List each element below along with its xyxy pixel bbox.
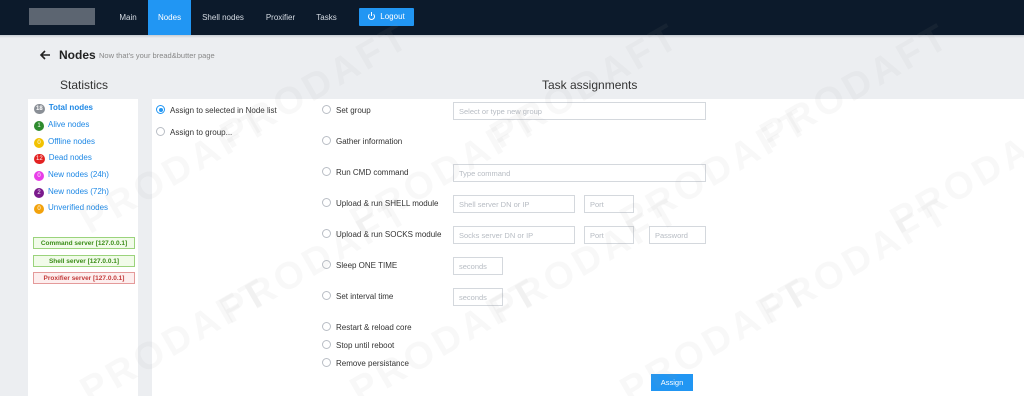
nav-main[interactable]: Main xyxy=(112,0,144,35)
task-remove-persistance[interactable]: Remove persistance xyxy=(322,358,409,370)
task-label: Remove persistance xyxy=(336,359,409,368)
task-label: Upload & run SHELL module xyxy=(336,199,439,208)
stat-label: Unverified nodes xyxy=(48,203,109,212)
radio-label: Assign to group... xyxy=(170,128,233,137)
stat-label: Total nodes xyxy=(48,103,93,112)
page-subtitle: Now that's your bread&butter page xyxy=(99,51,215,60)
group-input[interactable] xyxy=(453,102,706,120)
brand-logo xyxy=(29,8,95,25)
task-label: Restart & reload core xyxy=(336,323,412,332)
task-label: Set group xyxy=(336,106,371,115)
navbar-shadow xyxy=(0,35,1024,38)
task-set-group[interactable]: Set group xyxy=(322,105,371,117)
radio-assign-group[interactable]: Assign to group... xyxy=(156,127,232,139)
logout-label: Logout xyxy=(380,12,405,21)
radio-indicator[interactable] xyxy=(322,340,331,349)
radio-indicator[interactable] xyxy=(156,127,165,136)
count-badge: 0 xyxy=(34,171,44,181)
stat-unverified-nodes[interactable]: 0 Unverified nodes xyxy=(34,202,108,214)
socks-port-input[interactable] xyxy=(584,226,634,244)
task-restart-reload[interactable]: Restart & reload core xyxy=(322,322,412,334)
task-label: Upload & run SOCKS module xyxy=(336,230,442,239)
stat-total-nodes[interactable]: 18 Total nodes xyxy=(34,102,93,114)
shell-server-input[interactable] xyxy=(453,195,575,213)
radio-indicator[interactable] xyxy=(322,136,331,145)
stat-new-nodes-24h[interactable]: 0 New nodes (24h) xyxy=(34,169,109,181)
shell-port-input[interactable] xyxy=(584,195,634,213)
stat-label: New nodes (24h) xyxy=(48,170,109,179)
task-set-interval[interactable]: Set interval time xyxy=(322,291,393,303)
task-upload-socks[interactable]: Upload & run SOCKS module xyxy=(322,229,441,241)
stat-alive-nodes[interactable]: 1 Alive nodes xyxy=(34,119,89,131)
nav-shell-nodes[interactable]: Shell nodes xyxy=(197,0,249,35)
task-upload-shell[interactable]: Upload & run SHELL module xyxy=(322,198,438,210)
count-badge: 2 xyxy=(34,188,44,198)
proxifier-server-status: Proxifier server [127.0.0.1] xyxy=(33,272,135,284)
nav-proxifier[interactable]: Proxifier xyxy=(260,0,301,35)
socks-password-input[interactable] xyxy=(649,226,706,244)
radio-indicator[interactable] xyxy=(322,322,331,331)
page-title: Nodes xyxy=(59,48,96,62)
task-label: Gather information xyxy=(336,137,403,146)
task-sleep-one-time[interactable]: Sleep ONE TIME xyxy=(322,260,397,272)
nav-tasks[interactable]: Tasks xyxy=(312,0,341,35)
radio-indicator[interactable] xyxy=(322,260,331,269)
radio-indicator[interactable] xyxy=(322,105,331,114)
task-stop-until-reboot[interactable]: Stop until reboot xyxy=(322,340,394,352)
statistics-title: Statistics xyxy=(60,78,109,92)
command-server-status: Command server [127.0.0.1] xyxy=(33,237,135,249)
stat-label: New nodes (72h) xyxy=(48,187,109,196)
shell-server-status: Shell server [127.0.0.1] xyxy=(33,255,135,267)
nav-nodes[interactable]: Nodes xyxy=(148,0,191,35)
radio-assign-selected[interactable]: Assign to selected in Node list xyxy=(156,105,277,117)
logout-button[interactable]: Logout xyxy=(359,8,414,26)
radio-indicator[interactable] xyxy=(322,358,331,367)
power-icon xyxy=(368,11,376,20)
count-badge: 12 xyxy=(34,154,45,164)
stat-label: Dead nodes xyxy=(48,153,92,162)
task-panel xyxy=(152,99,1024,396)
interval-seconds-input[interactable] xyxy=(453,288,503,306)
radio-indicator[interactable] xyxy=(322,229,331,238)
task-assignments-title: Task assignments xyxy=(542,78,638,92)
count-badge: 18 xyxy=(34,104,45,114)
stat-dead-nodes[interactable]: 12 Dead nodes xyxy=(34,152,92,164)
task-label: Sleep ONE TIME xyxy=(336,261,398,270)
cmd-input[interactable] xyxy=(453,164,706,182)
stat-label: Offline nodes xyxy=(48,137,95,146)
task-run-cmd[interactable]: Run CMD command xyxy=(322,167,408,179)
task-label: Run CMD command xyxy=(336,168,409,177)
assign-button[interactable]: Assign xyxy=(651,374,693,391)
radio-indicator[interactable] xyxy=(322,167,331,176)
stat-new-nodes-72h[interactable]: 2 New nodes (72h) xyxy=(34,186,109,198)
radio-indicator[interactable] xyxy=(156,105,165,114)
stat-label: Alive nodes xyxy=(48,120,90,129)
count-badge: 0 xyxy=(34,204,44,214)
radio-indicator[interactable] xyxy=(322,198,331,207)
arrow-left-icon[interactable] xyxy=(39,49,51,61)
count-badge: 1 xyxy=(34,121,44,131)
task-gather-information[interactable]: Gather information xyxy=(322,136,402,148)
radio-indicator[interactable] xyxy=(322,291,331,300)
task-label: Set interval time xyxy=(336,292,394,301)
sleep-seconds-input[interactable] xyxy=(453,257,503,275)
top-navbar: Main Nodes Shell nodes Proxifier Tasks L… xyxy=(0,0,1024,35)
stat-offline-nodes[interactable]: 0 Offline nodes xyxy=(34,136,95,148)
socks-server-input[interactable] xyxy=(453,226,575,244)
radio-label: Assign to selected in Node list xyxy=(170,106,277,115)
task-label: Stop until reboot xyxy=(336,341,395,350)
count-badge: 0 xyxy=(34,138,44,148)
